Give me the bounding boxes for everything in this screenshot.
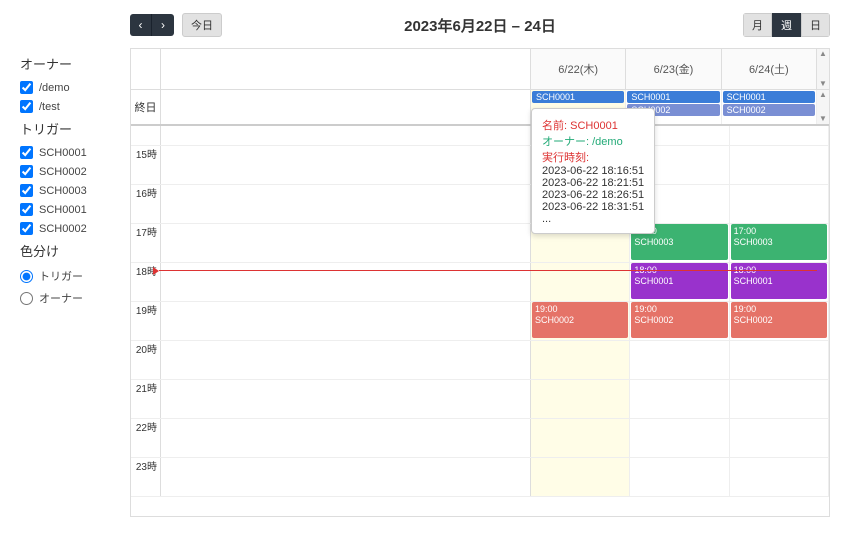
today-button[interactable]: 今日 xyxy=(182,13,222,37)
scroll-up-icon[interactable]: ▲ xyxy=(817,90,829,100)
calendar-event[interactable]: 18:00SCH0001 xyxy=(731,263,827,299)
toolbar: ‹ › 今日 2023年6月22日 – 24日 月 週 日 xyxy=(130,12,830,38)
coloring-heading: 色分け xyxy=(20,241,130,260)
hour-label: 15時 xyxy=(131,146,161,184)
allday-cell[interactable]: SCH0001 SCH0002 xyxy=(722,90,817,124)
coloring-radio-owner[interactable]: オーナー xyxy=(20,290,130,306)
day-header[interactable]: 6/22(木) xyxy=(531,49,626,89)
owner-heading: オーナー xyxy=(20,54,130,73)
event-tooltip: 名前: SCH0001 オーナー: /demo 実行時刻: 2023-06-22… xyxy=(531,108,655,234)
hour-label: 16時 xyxy=(131,185,161,223)
trigger-checkbox[interactable]: SCH0001 xyxy=(20,203,130,216)
hour-label: 19時 xyxy=(131,302,161,340)
view-day-button[interactable]: 日 xyxy=(801,13,830,37)
allday-cell[interactable]: SCH0001 名前: SCH0001 オーナー: /demo 実行時刻: 20… xyxy=(531,90,626,124)
calendar: 6/22(木) 6/23(金) 6/24(土) ▲▼ 終日 SCH0001 名前… xyxy=(130,48,830,517)
scroll-down-icon[interactable]: ▼ xyxy=(817,79,829,89)
chevron-left-icon: ‹ xyxy=(139,18,143,32)
scroll-down-icon[interactable]: ▼ xyxy=(817,114,829,124)
allday-event[interactable]: SCH0001 xyxy=(532,91,624,103)
trigger-checkbox[interactable]: SCH0001 xyxy=(20,146,130,159)
allday-event[interactable]: SCH0001 xyxy=(627,91,719,103)
hour-label: 22時 xyxy=(131,419,161,457)
trigger-checkbox[interactable]: SCH0002 xyxy=(20,222,130,235)
time-grid: 15時 16時 17時 17:00SCH0003 17:00SCH0003 18… xyxy=(131,126,829,516)
allday-event[interactable]: SCH0002 xyxy=(723,104,815,116)
prev-button[interactable]: ‹ xyxy=(130,14,152,36)
trigger-checkbox[interactable]: SCH0003 xyxy=(20,184,130,197)
current-time-indicator xyxy=(159,270,817,271)
view-month-button[interactable]: 月 xyxy=(743,13,772,37)
hour-label: 23時 xyxy=(131,458,161,496)
view-week-button[interactable]: 週 xyxy=(772,13,801,37)
sidebar: オーナー /demo /test トリガー SCH0001 SCH0002 SC… xyxy=(20,12,130,517)
calendar-event[interactable]: 19:00SCH0002 xyxy=(631,302,727,338)
next-button[interactable]: › xyxy=(152,14,174,36)
hour-label: 20時 xyxy=(131,341,161,379)
scroll-up-icon[interactable]: ▲ xyxy=(817,49,829,59)
main: ‹ › 今日 2023年6月22日 – 24日 月 週 日 6/22(木) 6/… xyxy=(130,12,830,517)
hour-label: 17時 xyxy=(131,224,161,262)
calendar-event[interactable]: 18:00SCH0001 xyxy=(631,263,727,299)
trigger-checkbox[interactable]: SCH0002 xyxy=(20,165,130,178)
calendar-event[interactable]: 17:00SCH0003 xyxy=(731,224,827,260)
owner-checkbox-test[interactable]: /test xyxy=(20,100,130,113)
day-header[interactable]: 6/23(金) xyxy=(626,49,721,89)
chevron-right-icon: › xyxy=(161,18,165,32)
hour-label: 21時 xyxy=(131,380,161,418)
owner-checkbox-demo[interactable]: /demo xyxy=(20,81,130,94)
calendar-event[interactable]: 19:00SCH0002 xyxy=(731,302,827,338)
allday-event[interactable]: SCH0001 xyxy=(723,91,815,103)
day-header[interactable]: 6/24(土) xyxy=(722,49,817,89)
allday-label: 終日 xyxy=(131,90,161,124)
date-range-title: 2023年6月22日 – 24日 xyxy=(404,15,556,36)
trigger-heading: トリガー xyxy=(20,119,130,138)
calendar-event[interactable]: 19:00SCH0002 xyxy=(532,302,628,338)
coloring-radio-trigger[interactable]: トリガー xyxy=(20,268,130,284)
